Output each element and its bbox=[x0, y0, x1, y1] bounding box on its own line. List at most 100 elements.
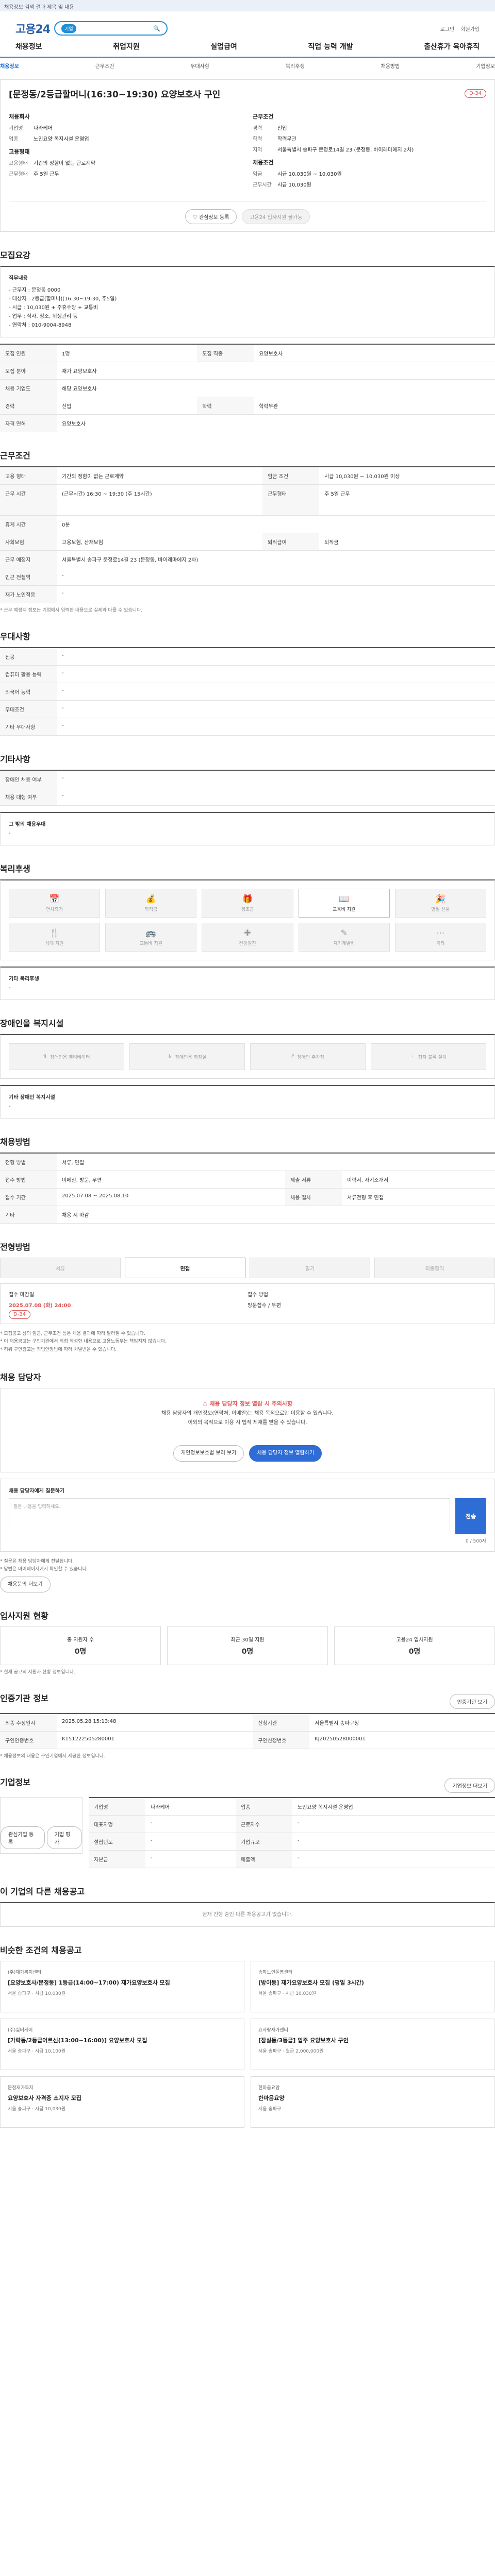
th: 근무형태 bbox=[262, 484, 320, 516]
table-row: 최종 수정일시 2025.05.28 15:13:48 신청기관 서울특별시 송파구청 bbox=[0, 1714, 495, 1732]
td: 2025.07.08 ~ 2025.08.10 bbox=[57, 1188, 286, 1206]
job-card[interactable]: 효사랑재가센터 [잠실동/3등급] 입주 요양보호사 구인 서울 송파구 · 월급 … bbox=[251, 2019, 495, 2071]
welfare-item: 🎁 경조금 bbox=[202, 889, 293, 918]
work-form: 주 5일 근무 bbox=[34, 172, 59, 177]
td: 기간의 정함이 없는 근로계약 bbox=[57, 467, 263, 485]
scrap-button[interactable]: ♡ 관심정보 등록 bbox=[185, 209, 237, 224]
view-contact-button[interactable]: 채용 담당자 정보 열람하기 bbox=[249, 1445, 322, 1462]
contact-title: 채용 담당자 bbox=[0, 1372, 41, 1382]
work-hours: 시급 10,030원 bbox=[277, 182, 311, 188]
inquiry-title: 채용 담당자에게 질문하기 bbox=[9, 1488, 65, 1494]
inquiry-send-button[interactable]: 전송 bbox=[455, 1498, 486, 1534]
job-card[interactable]: 한마음요양 한마음요양 서울 송파구 bbox=[251, 2076, 495, 2128]
td: 나라케어 bbox=[145, 1798, 236, 1816]
apply-disabled-button[interactable]: 고용24 입사지원 불가능 bbox=[242, 209, 310, 224]
nav-benefit[interactable]: 실업급여 bbox=[210, 41, 237, 52]
job-card[interactable]: (주)실버케어 [가락동/2등급어르신(13:00~16:00)] 요양보호사 모… bbox=[0, 2019, 244, 2071]
nav-jobs[interactable]: 채용정보 bbox=[15, 41, 42, 52]
nav-training[interactable]: 직업 능력 개발 bbox=[308, 41, 353, 52]
period-box: 접수 마감일 2025.07.08 (화) 24:00 D-34 접수 방법 방… bbox=[0, 1283, 495, 1324]
conditions-title: 근무조건 bbox=[0, 451, 30, 461]
nav-leave[interactable]: 출산휴가 육아휴직 bbox=[424, 41, 480, 52]
welfare-label: 교육비 지원 bbox=[333, 907, 356, 912]
th: 우대조건 bbox=[0, 700, 57, 718]
welfare-label: 연차휴가 bbox=[46, 907, 63, 912]
info-note: * 채용정보의 내용은 구인기업에서 제공한 정보입니다. bbox=[0, 1754, 105, 1759]
notice-line: * 허위 구인광고는 직업안정법에 따라 처벌받을 수 있습니다. bbox=[0, 1347, 117, 1352]
inquiry-input[interactable]: 질문 내용을 입력하세요. bbox=[9, 1498, 450, 1534]
card-title[interactable]: [방이동] 재가요양보호사 모집 (평일 3시간) bbox=[258, 1978, 487, 1987]
parking-icon: P bbox=[291, 1054, 294, 1059]
job-card[interactable]: (주)재가복지센터 [요양보호사/문정동] 1등급(14:00~17:00) 재가… bbox=[0, 1961, 244, 2013]
welfare-etc-title: 기타 복리후생 bbox=[9, 976, 39, 982]
info-button[interactable]: 인증기관 보기 bbox=[449, 1694, 495, 1709]
card-meta: 서울 송파구 · 시급 10,030원 bbox=[258, 1991, 317, 1997]
period-value: 2025.07.08 (화) 24:00 bbox=[9, 1303, 71, 1309]
nav-support[interactable]: 취업지원 bbox=[113, 41, 140, 52]
bus-icon: 🚌 bbox=[145, 928, 156, 938]
stat-num: 0명 bbox=[408, 1648, 421, 1656]
table-row: 전공 - bbox=[0, 648, 495, 666]
privacy-law-button[interactable]: 개인정보보호법 보러 보기 bbox=[173, 1445, 244, 1462]
page: 채용정보 검색 결과 제목 및 내용 고용24 기업 🔍 로그인 회원가입 채용… bbox=[0, 0, 495, 2148]
apply-method-label: 접수 방법 bbox=[248, 1292, 268, 1298]
card-meta: 서울 송파구 · 시급 10,100원 bbox=[8, 2049, 66, 2055]
td: 학력무관 bbox=[254, 397, 495, 415]
td: 0분 bbox=[57, 515, 495, 533]
other-note: 현재 진행 중인 다른 채용공고가 없습니다. bbox=[202, 1912, 293, 1918]
job-card[interactable]: 문정재가복지 요양보호사 자격증 소지자 모집 서울 송파구 · 시급 10,030… bbox=[0, 2076, 244, 2128]
table-row: 기타 채용 시 마감 bbox=[0, 1206, 495, 1224]
td: - bbox=[57, 788, 495, 806]
heart-icon: ♡ bbox=[192, 215, 199, 221]
inquiry-more-button[interactable]: 채용문의 더보기 bbox=[0, 1577, 51, 1593]
stat-label: 총 지원자 수 bbox=[67, 1637, 94, 1643]
td: 요양보호사 bbox=[254, 344, 495, 362]
table-row: 장애인 채용 여부 - bbox=[0, 770, 495, 788]
tab-welfare[interactable]: 복리후생 bbox=[286, 62, 305, 70]
stat-total: 총 지원자 수 0명 bbox=[0, 1626, 161, 1666]
method-title: 채용방법 bbox=[0, 1137, 30, 1147]
extra-sub-title: 그 밖의 채용우대 bbox=[9, 822, 46, 827]
th: 구인신청번호 bbox=[253, 1731, 310, 1750]
tab-recruit[interactable]: 채용정보 bbox=[0, 62, 19, 70]
search-scope-badge[interactable]: 기업 bbox=[61, 24, 76, 33]
alert-icon: ⚠ bbox=[202, 1400, 210, 1407]
card-title[interactable]: 한마음요양 bbox=[258, 2094, 487, 2102]
welfare-item-active: 📖 교육비 지원 bbox=[298, 889, 390, 918]
td: 퇴직금 bbox=[319, 533, 495, 551]
tab-method[interactable]: 채용방법 bbox=[381, 62, 400, 70]
recruit-desc-box: 직무내용 - 근무지 : 문정동 0000 - 대상자 : 2등급(할머니)(1… bbox=[0, 266, 495, 337]
table-row: 채용 대행 여부 - bbox=[0, 788, 495, 806]
welfare-label: 경조금 bbox=[241, 907, 254, 912]
disabled-label: 점자 블록 설치 bbox=[418, 1055, 447, 1060]
other-title: 이 기업의 다른 채용공고 bbox=[0, 1887, 85, 1897]
job-summary: [문정동/2등급할머니(16:30~19:30) 요양보호사 구인 D-34 채… bbox=[0, 79, 495, 232]
tab-prefer[interactable]: 우대사항 bbox=[190, 62, 209, 70]
card-company: 송파노인돌봄센터 bbox=[258, 1970, 293, 1976]
company-label: 채용회사 bbox=[9, 113, 30, 120]
tab-company[interactable]: 기업정보 bbox=[476, 62, 495, 70]
card-title[interactable]: [가락동/2등급어르신(13:00~16:00)] 요양보호사 모집 bbox=[8, 2036, 237, 2044]
fav-company-button[interactable]: 관심기업 등록 bbox=[1, 1826, 45, 1850]
signup-link[interactable]: 회원가입 bbox=[460, 25, 480, 32]
th: 모집 직종 bbox=[197, 344, 254, 362]
job-card[interactable]: 송파노인돌봄센터 [방이동] 재가요양보호사 모집 (평일 3시간) 서울 송파구 … bbox=[251, 1961, 495, 2013]
search-icon[interactable]: 🔍 bbox=[153, 25, 160, 32]
td: 서류, 면접 bbox=[57, 1153, 495, 1171]
card-title[interactable]: [요양보호사/문정동] 1등급(14:00~17:00) 재가요양보호사 모집 bbox=[8, 1978, 237, 1987]
top-banner: 채용정보 검색 결과 제목 및 내용 bbox=[0, 0, 495, 11]
card-title[interactable]: 요양보호사 자격증 소지자 모집 bbox=[8, 2094, 237, 2102]
tab-conditions[interactable]: 근무조건 bbox=[95, 62, 114, 70]
company-more-button[interactable]: 기업정보 더보기 bbox=[444, 1778, 495, 1793]
login-link[interactable]: 로그인 bbox=[440, 25, 455, 32]
period-dday: D-34 bbox=[9, 1310, 31, 1319]
welfare-item: 💰 퇴직금 bbox=[105, 889, 197, 918]
notice-line: * 모집공고 상의 임금, 근무조건 등은 채용 결과에 따라 달라질 수 있습… bbox=[0, 1331, 145, 1336]
card-title[interactable]: [잠실동/3등급] 입주 요양보호사 구인 bbox=[258, 2036, 487, 2044]
site-logo[interactable]: 고용24 bbox=[15, 20, 51, 37]
rate-company-button[interactable]: 기업 평가 bbox=[46, 1826, 82, 1850]
th: 기업명 bbox=[89, 1798, 145, 1816]
td: - bbox=[145, 1815, 236, 1834]
stat-num: 0명 bbox=[241, 1648, 254, 1656]
search-input[interactable]: 기업 🔍 bbox=[54, 21, 168, 36]
